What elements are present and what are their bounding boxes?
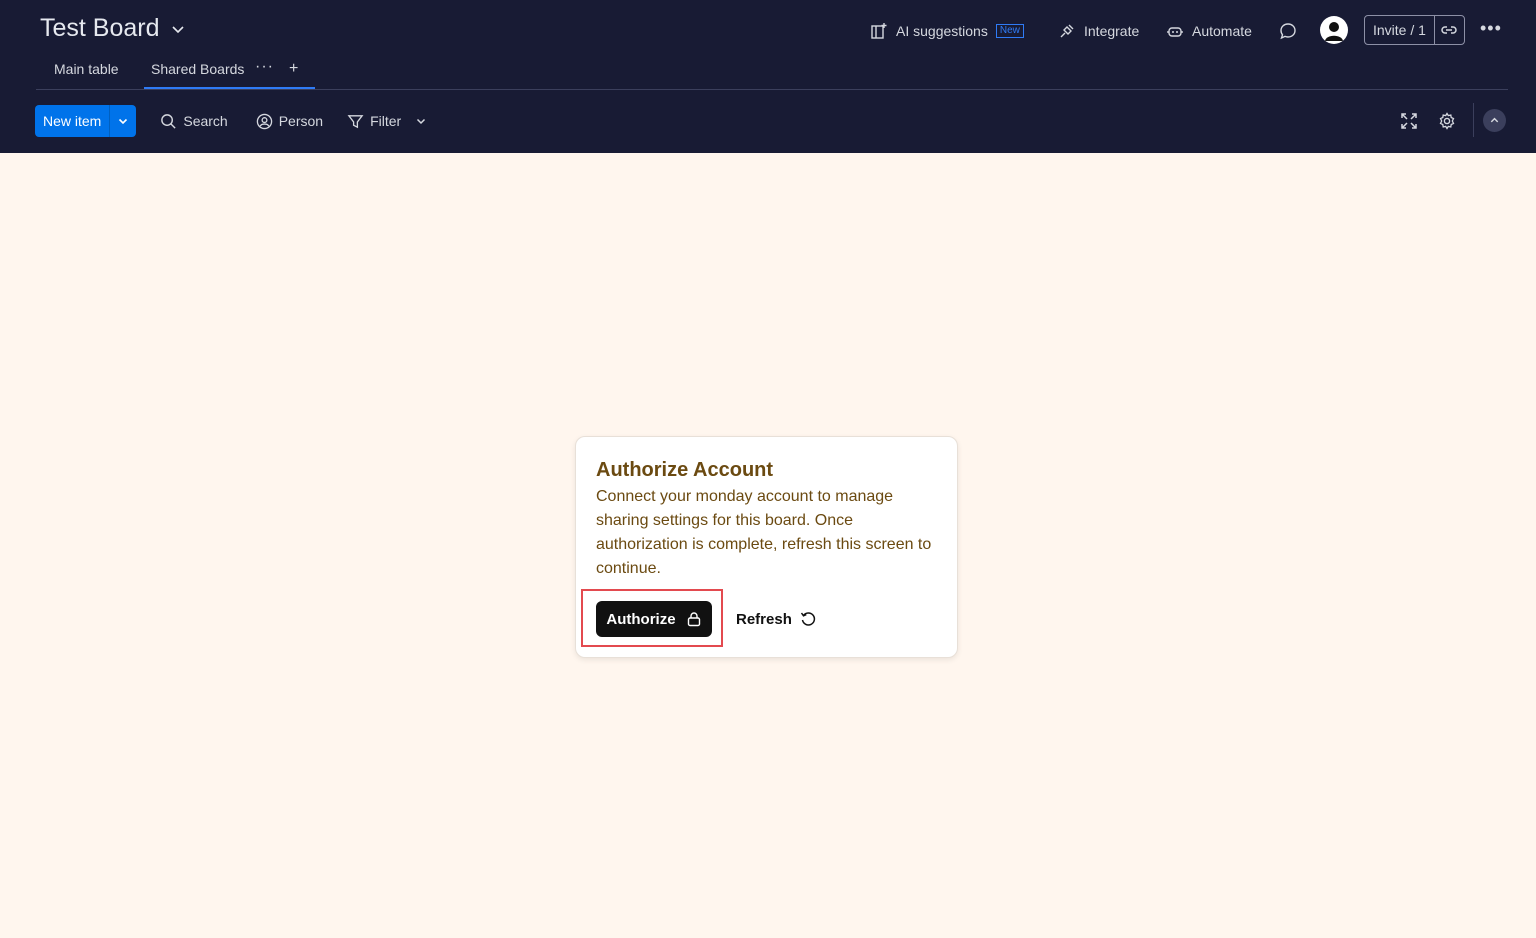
- link-icon: [1441, 26, 1458, 34]
- new-item-button[interactable]: New item: [35, 105, 111, 137]
- filter-label: Filter: [370, 113, 402, 129]
- automate-button[interactable]: Automate: [1166, 18, 1252, 44]
- updates-button[interactable]: [1279, 18, 1297, 44]
- integrate-button[interactable]: Integrate: [1058, 18, 1139, 44]
- person-silhouette-icon: [1325, 22, 1343, 41]
- view-tabs: Main table Shared Boards ··· +: [36, 56, 1508, 90]
- add-view-button[interactable]: +: [289, 60, 298, 78]
- person-filter-button[interactable]: Person: [256, 113, 323, 130]
- new-item-split-button: New item: [35, 105, 137, 137]
- ai-suggestions-button[interactable]: AI suggestions New: [870, 18, 1024, 44]
- board-title-dropdown[interactable]: Test Board: [40, 14, 186, 43]
- authorize-button[interactable]: Authorize: [596, 601, 712, 637]
- search-icon: [161, 113, 176, 129]
- chevron-up-icon: [1490, 117, 1499, 123]
- more-options-button[interactable]: •••: [1480, 18, 1502, 39]
- chevron-down-icon: [417, 118, 426, 125]
- fullscreen-button[interactable]: [1400, 110, 1418, 132]
- invite-button[interactable]: Invite / 1: [1365, 16, 1435, 44]
- person-circle-icon: [256, 113, 272, 129]
- refresh-button[interactable]: Refresh: [736, 608, 816, 630]
- active-tab-indicator: [144, 87, 315, 89]
- authorize-label: Authorize: [606, 610, 676, 628]
- refresh-icon: [800, 612, 816, 626]
- plug-icon: [1060, 24, 1074, 38]
- chat-bubble-icon: [1280, 23, 1296, 40]
- board-settings-button[interactable]: [1438, 110, 1456, 132]
- robot-icon: [1167, 27, 1183, 37]
- board-toolbar: New item Search Person Filter: [35, 105, 427, 137]
- copy-link-button[interactable]: [1435, 21, 1464, 39]
- refresh-label: Refresh: [736, 610, 792, 628]
- tab-main-table[interactable]: Main table: [54, 61, 119, 77]
- ai-suggestions-label: AI suggestions: [896, 23, 988, 39]
- filter-button[interactable]: Filter: [347, 113, 427, 130]
- new-badge: New: [995, 24, 1024, 38]
- authorize-account-dialog: Authorize Account Connect your monday ac…: [575, 436, 958, 658]
- dialog-message: Connect your monday account to manage sh…: [596, 488, 932, 577]
- chevron-down-icon: [119, 118, 128, 125]
- board-title: Test Board: [40, 14, 160, 42]
- invite-control: Invite / 1: [1364, 15, 1465, 45]
- gear-icon: [1439, 112, 1455, 130]
- tab-options-button[interactable]: ···: [255, 58, 274, 76]
- board-header: Test Board AI suggestions New Integrate …: [0, 0, 1536, 153]
- lock-icon: [687, 612, 700, 627]
- automate-label: Automate: [1192, 23, 1252, 39]
- integrate-label: Integrate: [1084, 23, 1140, 39]
- ai-sparkle-board-icon: [871, 23, 887, 39]
- expand-icon: [1401, 113, 1417, 129]
- dialog-title: Authorize Account: [596, 459, 774, 481]
- search-button[interactable]: Search: [160, 113, 228, 130]
- toolbar-divider: [1473, 103, 1474, 137]
- collapse-header-button[interactable]: [1483, 109, 1506, 132]
- tab-shared-boards[interactable]: Shared Boards: [151, 61, 244, 77]
- new-item-dropdown[interactable]: [110, 105, 136, 137]
- chevron-down-icon: [171, 25, 184, 33]
- filter-funnel-icon: [347, 114, 364, 128]
- user-avatar[interactable]: [1320, 16, 1348, 44]
- search-label: Search: [183, 113, 228, 129]
- person-label: Person: [278, 113, 324, 129]
